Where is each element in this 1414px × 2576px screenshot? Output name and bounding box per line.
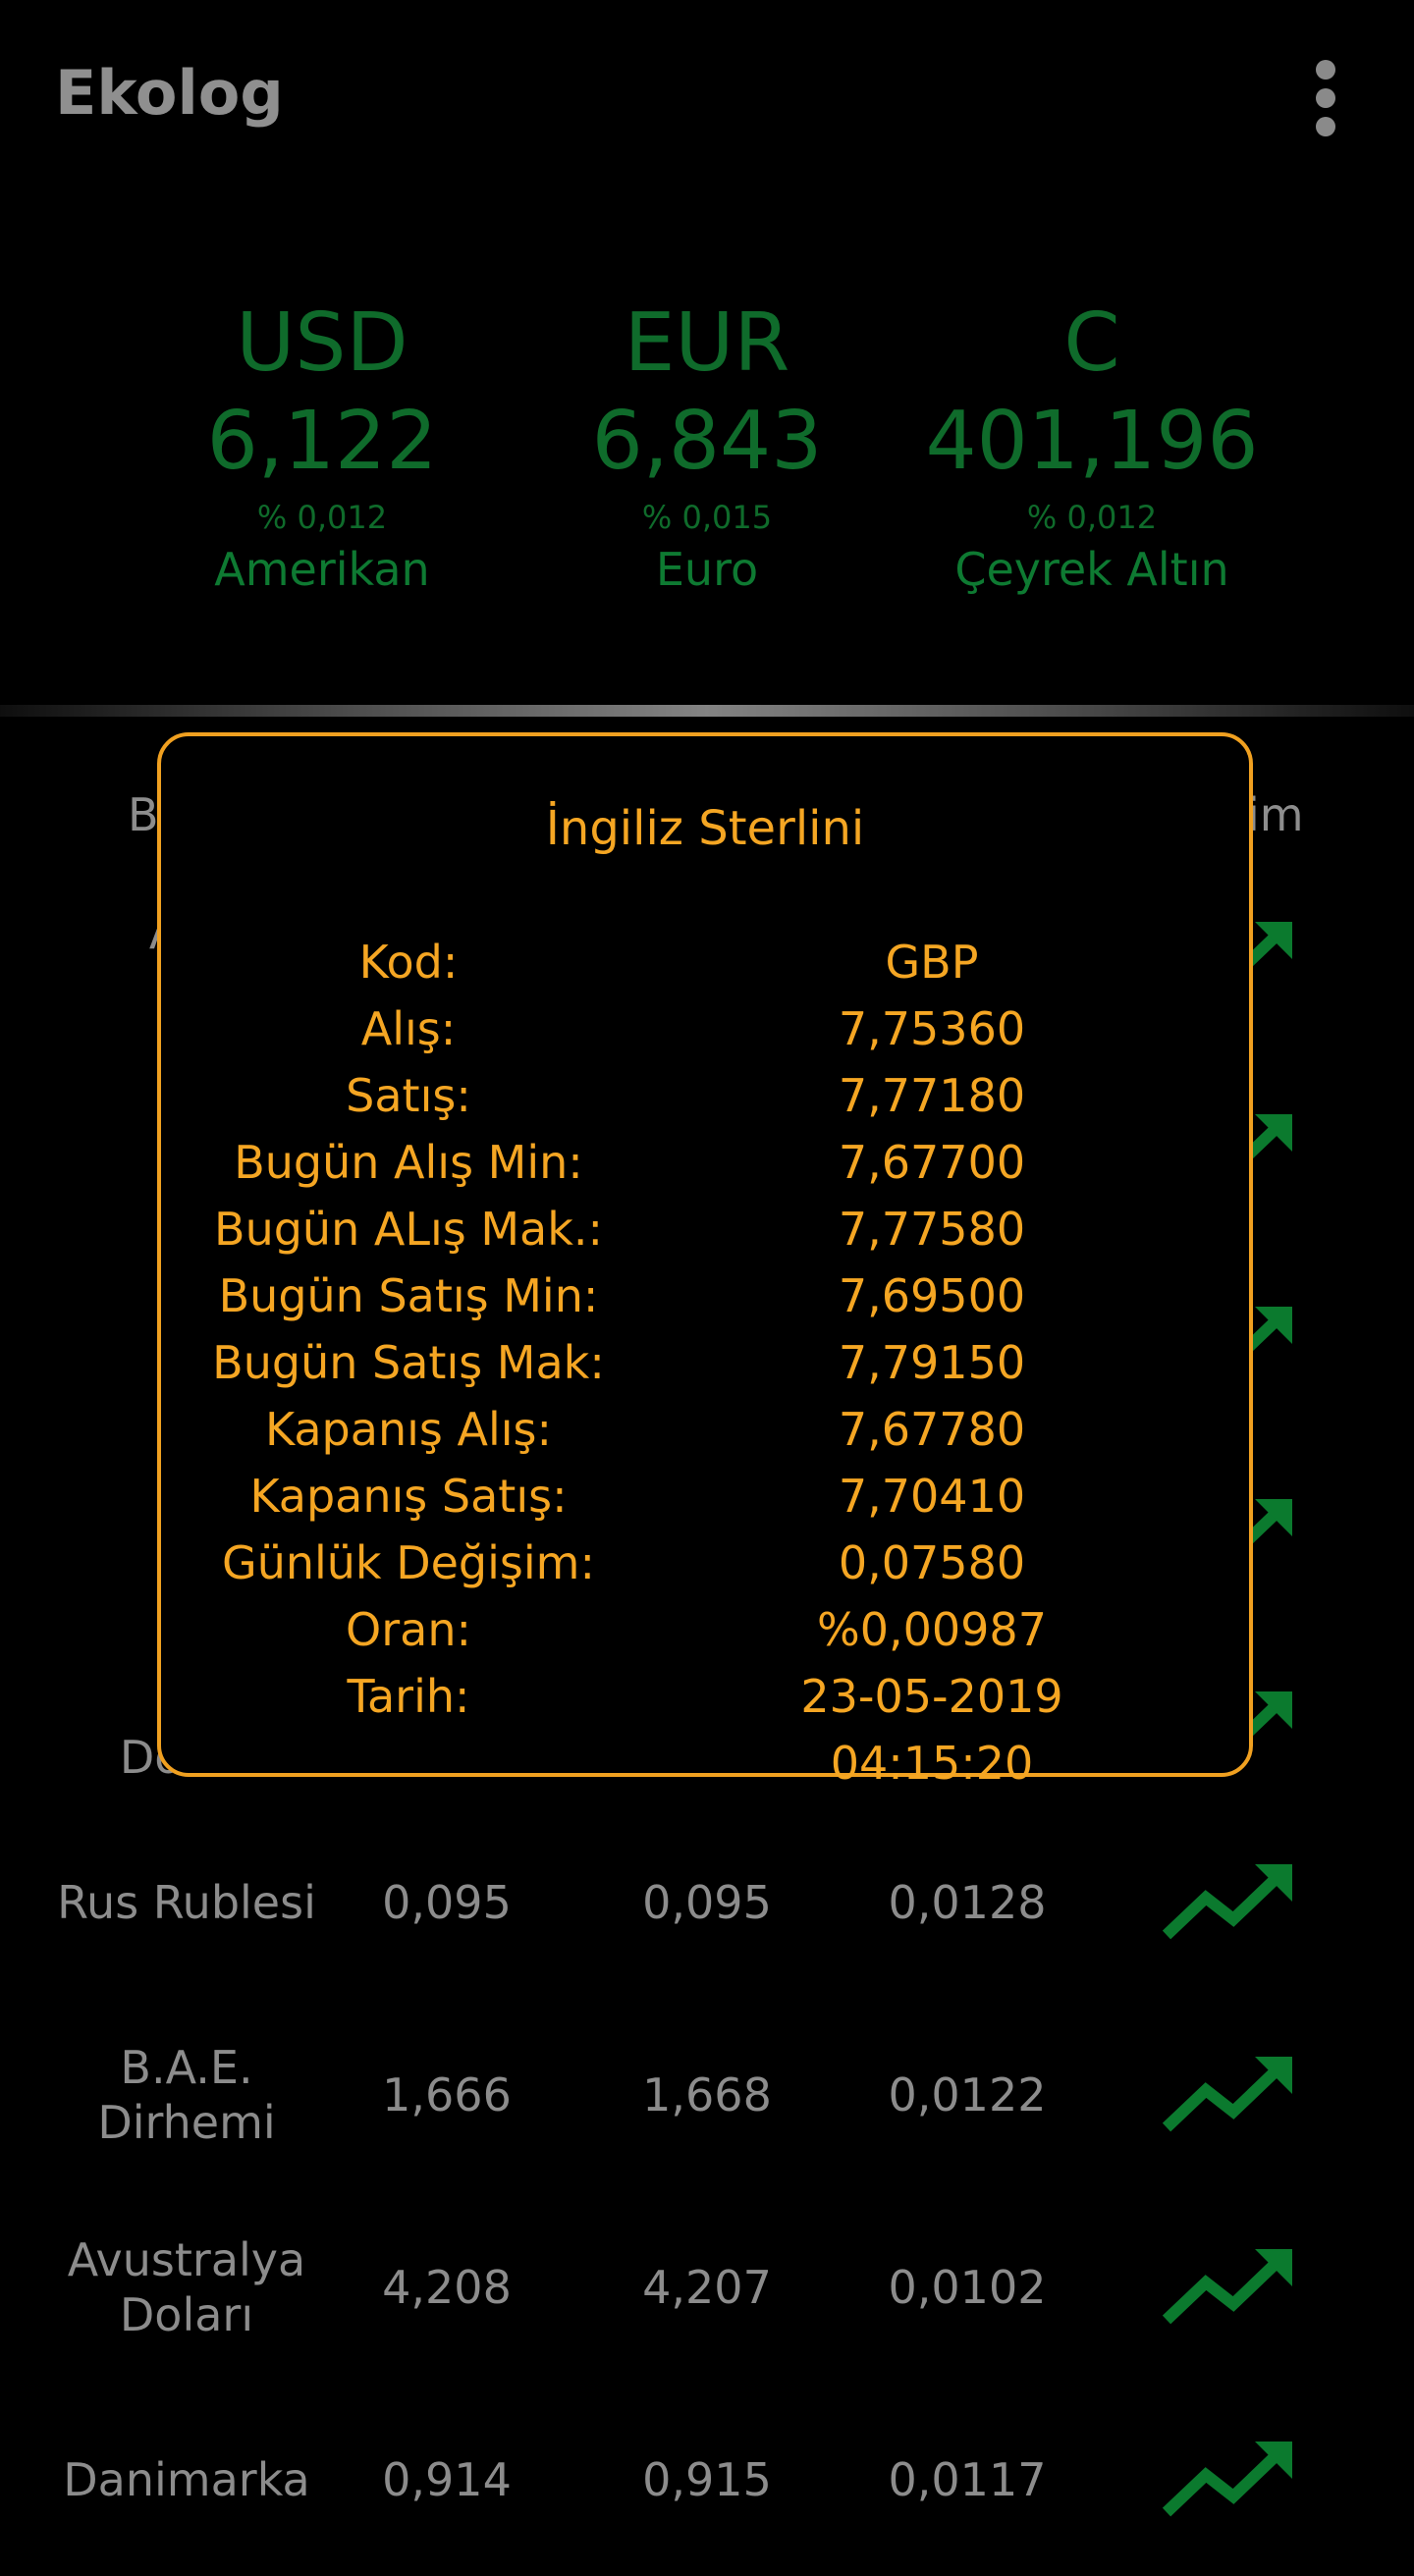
- detail-row: Bugün ALış Mak.: 7,77580: [161, 1196, 1249, 1262]
- detail-label: Bugün Satış Min:: [218, 1269, 599, 1322]
- detail-value: GBP: [885, 936, 979, 989]
- detail-value: 0,07580: [838, 1536, 1026, 1589]
- detail-value: 7,67780: [838, 1403, 1026, 1456]
- sell-value: 0,095: [642, 1876, 772, 1929]
- change-value: 0,0122: [888, 2068, 1047, 2121]
- detail-row: Tarih: 23-05-2019 04:15:20: [161, 1663, 1249, 1790]
- detail-label: Günlük Değişim:: [222, 1536, 595, 1589]
- detail-label: Oran:: [346, 1603, 471, 1656]
- rate-percent: % 0,012: [256, 499, 388, 536]
- buy-value: 0,914: [382, 2453, 512, 2506]
- rate-card-eur[interactable]: EUR 6,843 % 0,015 Euro: [515, 295, 899, 599]
- sell-value: 0,915: [642, 2453, 772, 2506]
- trending-up-icon: [1159, 2051, 1296, 2139]
- change-value: 0,0128: [888, 1876, 1047, 1929]
- detail-label: Alış:: [360, 1002, 457, 1055]
- app-bar: Ekolog: [0, 0, 1414, 196]
- app-title: Ekolog: [55, 57, 284, 129]
- change-value: 0,0102: [888, 2261, 1047, 2314]
- detail-label: Kapanış Satış:: [249, 1470, 568, 1523]
- more-vert-icon[interactable]: [1296, 54, 1355, 142]
- trending-up-icon: [1159, 1858, 1296, 1947]
- list-item[interactable]: B.A.E. Dirhemi 1,666 1,668 0,0122: [0, 1999, 1414, 2191]
- detail-value: 7,75360: [838, 1002, 1026, 1055]
- detail-label: Bugün ALış Mak.:: [214, 1203, 603, 1256]
- detail-value: 7,77180: [838, 1069, 1026, 1122]
- buy-value: 0,095: [382, 1876, 512, 1929]
- rate-percent: % 0,012: [1026, 499, 1158, 536]
- detail-row: Satış: 7,77180: [161, 1062, 1249, 1129]
- detail-value: %0,00987: [817, 1603, 1047, 1656]
- dialog-title: İngiliz Sterlini: [545, 801, 865, 856]
- detail-row: Bugün Satış Mak: 7,79150: [161, 1329, 1249, 1396]
- detail-row: Günlük Değişim: 0,07580: [161, 1530, 1249, 1596]
- buy-value: 1,666: [382, 2068, 512, 2121]
- headline-rates: USD 6,122 % 0,012 Amerikan EUR 6,843 % 0…: [0, 295, 1414, 628]
- rate-value: 6,122: [206, 395, 438, 488]
- detail-value: 7,69500: [838, 1269, 1026, 1322]
- detail-value: 7,79150: [838, 1336, 1026, 1389]
- change-value: 0,0117: [888, 2453, 1047, 2506]
- rate-card-gold[interactable]: C 401,196 % 0,012 Çeyrek Altın: [899, 295, 1284, 599]
- rate-code: EUR: [624, 296, 790, 390]
- rate-name: Euro: [655, 543, 759, 596]
- section-divider: [0, 705, 1414, 717]
- buy-value: 4,208: [382, 2261, 512, 2314]
- detail-label: Tarih:: [347, 1670, 470, 1723]
- header-currency: B: [128, 788, 159, 841]
- detail-row: Oran: %0,00987: [161, 1596, 1249, 1663]
- detail-value: 23-05-2019 04:15:20: [800, 1670, 1063, 1790]
- detail-label: Satış:: [346, 1069, 471, 1122]
- currency-detail-dialog[interactable]: İngiliz Sterlini Kod: GBP Alış: 7,75360 Satı…: [157, 732, 1253, 1790]
- detail-row: Bugün Alış Min: 7,67700: [161, 1129, 1249, 1196]
- rate-name: Amerikan: [214, 543, 430, 596]
- rate-percent: % 0,015: [641, 499, 773, 536]
- list-item[interactable]: Avustralya Doları 4,208 4,207 0,0102: [0, 2191, 1414, 2384]
- currency-name: Rus Rublesi: [57, 1876, 316, 1929]
- rate-value: 6,843: [591, 395, 823, 488]
- rate-code: C: [1063, 296, 1120, 390]
- detail-row: Bugün Satış Min: 7,69500: [161, 1262, 1249, 1329]
- rate-name: Çeyrek Altın: [954, 543, 1229, 596]
- detail-row: Kapanış Satış: 7,70410: [161, 1463, 1249, 1530]
- detail-value: 7,67700: [838, 1136, 1026, 1189]
- detail-label: Kapanış Alış:: [265, 1403, 552, 1456]
- rate-code: USD: [236, 296, 408, 390]
- detail-label: Bugün Satış Mak:: [212, 1336, 605, 1389]
- trending-up-icon: [1159, 2436, 1296, 2524]
- sell-value: 1,668: [642, 2068, 772, 2121]
- detail-label: Bugün Alış Min:: [234, 1136, 583, 1189]
- sell-value: 4,207: [642, 2261, 772, 2314]
- detail-value: 7,70410: [838, 1470, 1026, 1523]
- detail-value: 7,77580: [838, 1203, 1026, 1256]
- currency-name: Danimarka: [63, 2453, 310, 2506]
- trending-up-icon: [1159, 2243, 1296, 2332]
- list-item[interactable]: Rus Rublesi 0,095 0,095 0,0128: [0, 1806, 1414, 1999]
- detail-label: Kod:: [358, 936, 459, 989]
- detail-row: Kod: GBP: [161, 929, 1249, 995]
- detail-row: Kapanış Alış: 7,67780: [161, 1396, 1249, 1463]
- detail-row: Alış: 7,75360: [161, 995, 1249, 1062]
- list-item[interactable]: Danimarka 0,914 0,915 0,0117: [0, 2384, 1414, 2576]
- header-change: im: [1247, 788, 1304, 841]
- currency-name: B.A.E. Dirhemi: [97, 2041, 276, 2149]
- currency-name: Avustralya Doları: [67, 2233, 306, 2341]
- rate-value: 401,196: [925, 395, 1259, 488]
- rate-card-usd[interactable]: USD 6,122 % 0,012 Amerikan: [130, 295, 515, 599]
